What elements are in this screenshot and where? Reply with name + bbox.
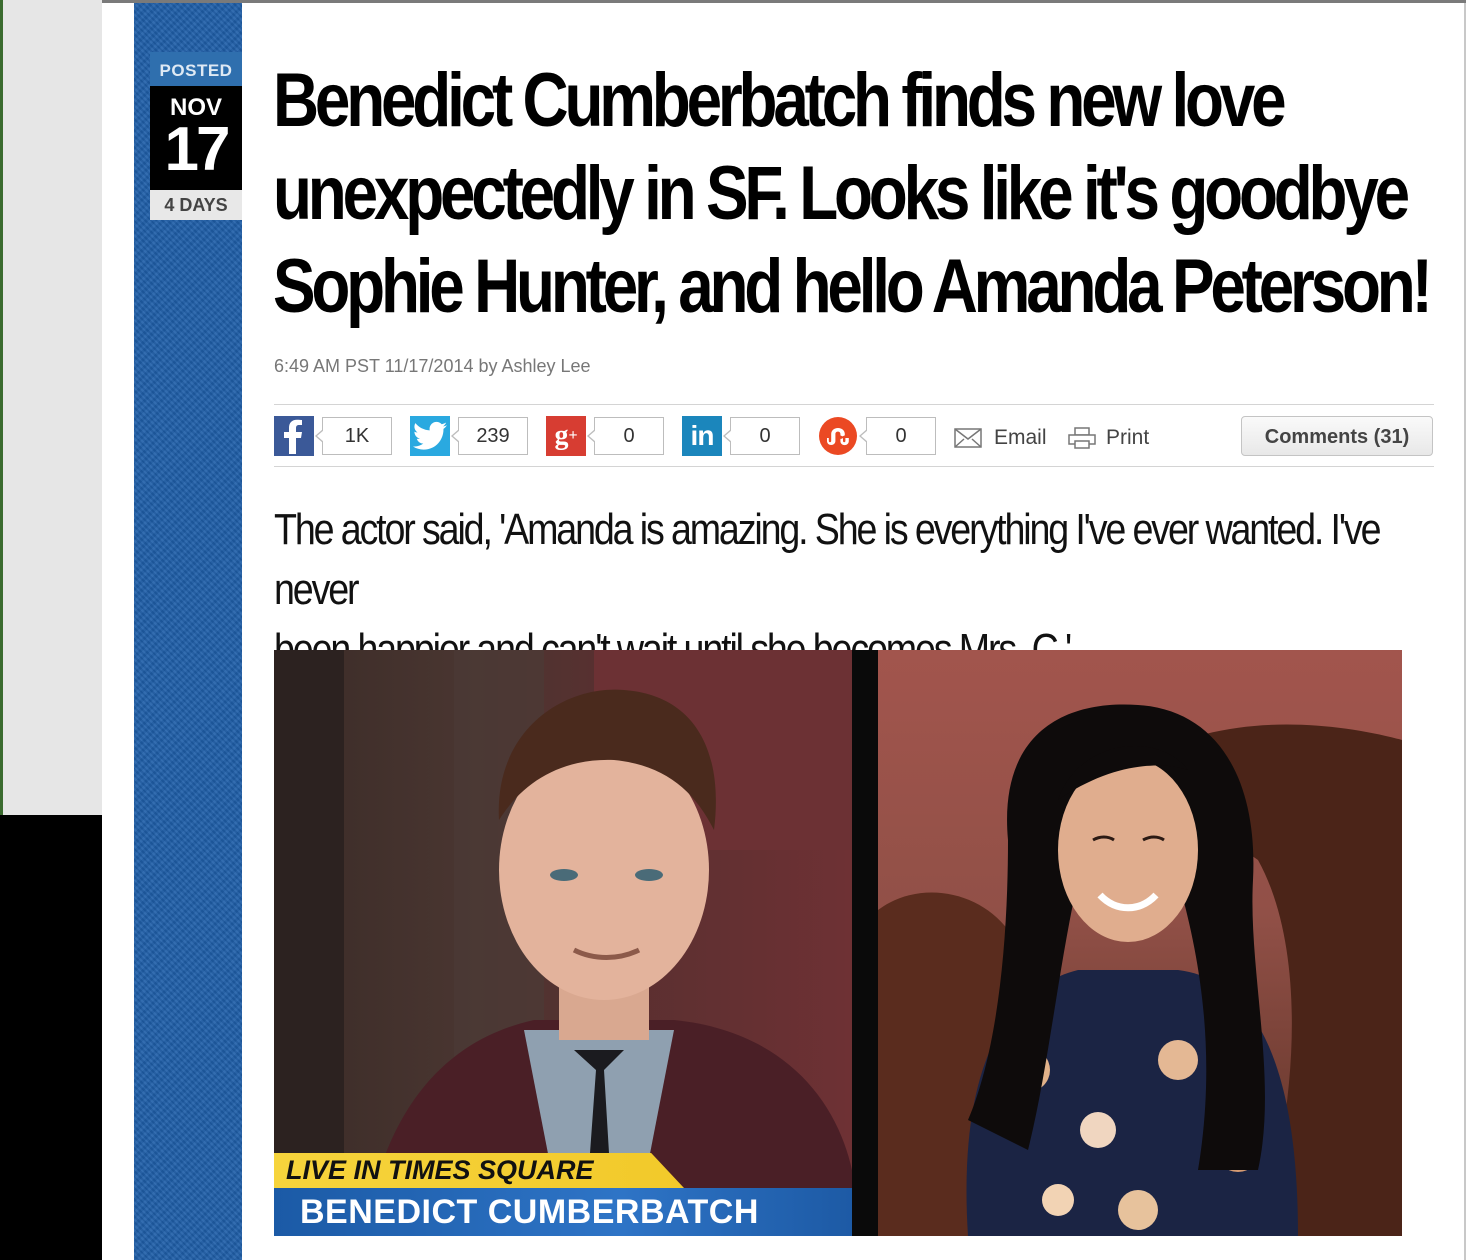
photo-right-panel [878,650,1402,1236]
email-link[interactable]: Email [954,426,1047,450]
stumbleupon-share-count: 0 [859,417,936,455]
facebook-share[interactable]: 1K [274,415,392,457]
print-label: Print [1106,426,1150,449]
left-background-panel [0,0,102,815]
headline-line-3: Sophie Hunter, and hello Amanda Peterson… [273,244,1433,329]
google-plus-share[interactable]: g + 0 [546,415,664,457]
twitter-icon[interactable] [410,416,450,456]
share-bar-bottom-divider [274,466,1434,467]
facebook-icon[interactable] [274,416,314,456]
google-plus-icon[interactable]: g + [546,416,586,456]
stumbleupon-icon[interactable] [818,416,858,456]
left-background-black [0,815,102,1260]
man-portrait-illustration [274,650,852,1236]
email-label: Email [994,426,1047,449]
twitter-share-count: 239 [451,417,528,455]
facebook-share-count: 1K [315,417,392,455]
article-byline: 6:49 AM PST 11/17/2014 by Ashley Lee [274,356,591,376]
printer-icon [1068,427,1096,449]
date-ago: 4 DAYS [150,190,242,220]
chyron-location: LIVE IN TIMES SQUARE [274,1153,684,1188]
google-plus-share-count: 0 [587,417,664,455]
left-gutter [102,0,134,1260]
deck-line-1: The actor said, 'Amanda is amazing. She … [274,505,1382,614]
twitter-share[interactable]: 239 [410,415,528,457]
comments-button[interactable]: Comments (31) [1241,416,1433,456]
stumbleupon-share[interactable]: 0 [818,415,936,457]
linkedin-share[interactable]: in 0 [682,415,800,457]
photo-left-panel: LIVE IN TIMES SQUARE BENEDICT CUMBERBATC… [274,650,852,1236]
linkedin-share-count: 0 [723,417,800,455]
photo-divider [852,650,878,1236]
post-date-badge: POSTED NOV 17 4 DAYS [150,52,242,220]
headline-line-2: unexpectedly in SF. Looks like it's good… [273,151,1410,236]
envelope-icon [954,428,982,448]
article-photo: LIVE IN TIMES SQUARE BENEDICT CUMBERBATC… [274,650,1402,1236]
chyron-name: BENEDICT CUMBERBATCH [274,1188,852,1236]
share-bar-top-divider [274,404,1434,405]
headline-line-1: Benedict Cumberbatch finds new love [273,58,1287,143]
date-day: 17 [164,115,231,184]
article-headline: Benedict Cumberbatch finds new love unexp… [273,54,1433,333]
woman-portrait-illustration [878,704,1402,1236]
print-link[interactable]: Print [1068,426,1149,450]
posted-label: POSTED [150,52,242,86]
linkedin-icon[interactable]: in [682,416,722,456]
date-block: NOV 17 [150,86,242,190]
